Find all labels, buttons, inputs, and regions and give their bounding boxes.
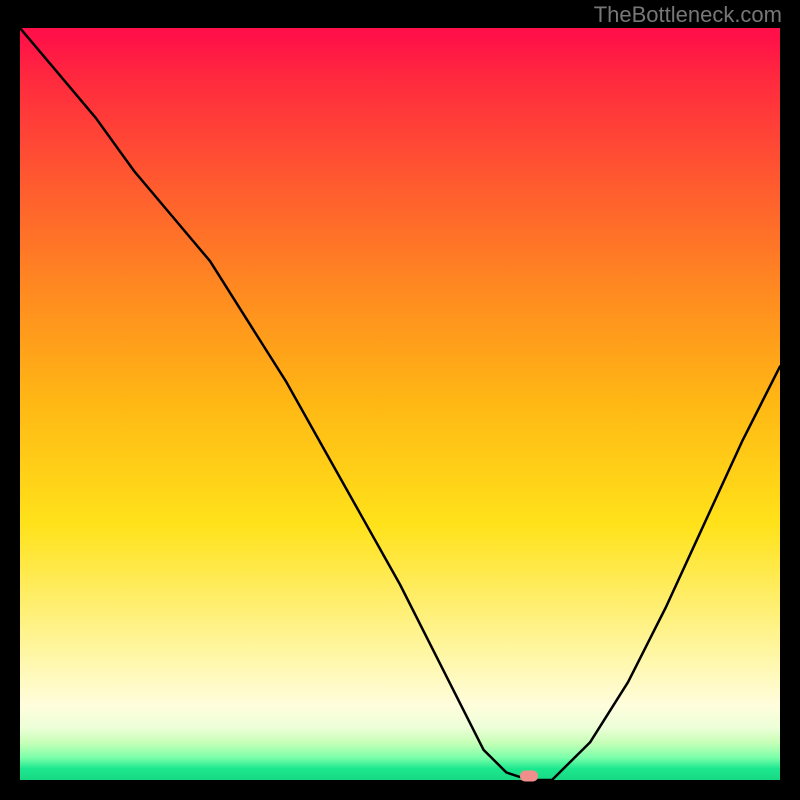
bottleneck-curve	[20, 28, 780, 780]
watermark-text: TheBottleneck.com	[594, 2, 782, 28]
optimal-point-marker	[520, 771, 538, 782]
chart-container: TheBottleneck.com	[0, 0, 800, 800]
